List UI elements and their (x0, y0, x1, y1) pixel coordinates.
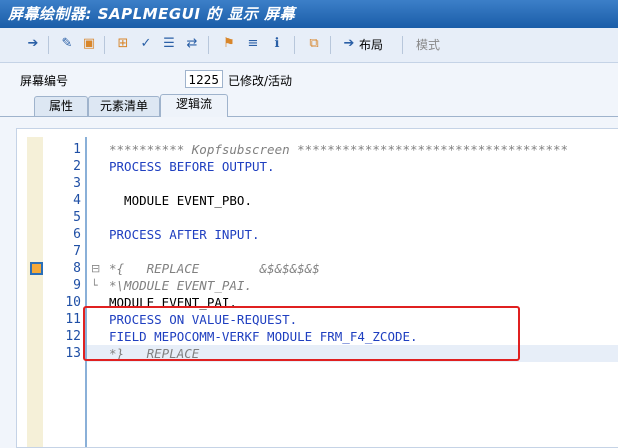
toolbar-separator (104, 36, 105, 54)
other-object-icon[interactable]: ✎ (58, 35, 76, 53)
screen-info-row: 屏幕编号 1225 已修改/活动 (0, 62, 618, 94)
hierarchy-icon[interactable]: ⚑ (220, 35, 238, 53)
line-number: 9 (73, 278, 81, 293)
code-line: ********** Kopfsubscreen ***************… (109, 142, 569, 157)
toolbar-separator (208, 36, 209, 54)
tab-attributes[interactable]: 属性 (34, 96, 88, 116)
active-inactive-icon[interactable]: ▣ (80, 35, 98, 53)
display-object-icon[interactable]: ⧉ (305, 35, 323, 53)
layout-arrow-icon: ➔ (343, 36, 355, 51)
line-number: 11 (65, 312, 81, 327)
application-toolbar: ➔ ✎ ▣ ⊞ ✓ ☰ ⇄ ⚑ ≡ ℹ ⧉ ➔ 布局 模式 (0, 28, 618, 63)
breakpoint-gutter[interactable] (27, 137, 44, 447)
screen-number-label: 屏幕编号 (20, 74, 69, 88)
line-number: 12 (65, 329, 81, 344)
highlight-annotation-box (83, 306, 520, 361)
toggle-display-change-icon[interactable]: ➔ (24, 35, 42, 53)
activate-icon[interactable]: ☰ (160, 35, 178, 53)
line-number: 6 (73, 227, 81, 242)
line-number: 2 (73, 159, 81, 174)
line-number-column: 1 2 3 4 5 6 7 8 9 10 11 12 13 (43, 137, 87, 447)
toolbar-separator (330, 36, 331, 54)
check-icon[interactable]: ✓ (137, 35, 155, 53)
line-number: 3 (73, 176, 81, 191)
screen-number-field[interactable]: 1225 (185, 70, 223, 88)
where-used-icon[interactable]: ⇄ (183, 35, 201, 53)
bookmark-marker-icon[interactable] (30, 262, 43, 275)
screen-status: 已修改/活动 (228, 74, 293, 88)
tab-flow-logic[interactable]: 逻辑流 (160, 94, 228, 117)
toolbar-separator (48, 36, 49, 54)
line-number: 5 (73, 210, 81, 225)
line-number: 4 (73, 193, 81, 208)
fold-marker-icon[interactable]: ⊟ (91, 260, 100, 277)
pretty-printer-icon[interactable]: ≡ (244, 35, 262, 53)
tab-strip: 属性 元素清单 逻辑流 (0, 94, 618, 117)
line-number: 1 (73, 142, 81, 157)
toolbar-separator (294, 36, 295, 54)
line-number: 7 (73, 244, 81, 259)
line-number: 13 (65, 346, 81, 361)
object-list-icon[interactable]: ⊞ (114, 35, 132, 53)
line-number: 8 (73, 261, 81, 276)
code-line: *\MODULE EVENT_PAI. (109, 278, 252, 293)
info-icon[interactable]: ℹ (268, 35, 286, 53)
layout-button[interactable]: 布局 (359, 36, 383, 54)
code-line: PROCESS AFTER INPUT. (109, 227, 260, 242)
mode-button[interactable]: 模式 (416, 36, 440, 54)
fold-branch-icon: └ (91, 279, 98, 292)
flow-logic-editor[interactable]: 1 2 3 4 5 6 7 8 9 10 11 12 13 **********… (16, 128, 618, 448)
window-title: 屏幕绘制器: SAPLMEGUI 的 显示 屏幕 (8, 5, 296, 23)
line-number: 10 (65, 295, 81, 310)
title-bar: 屏幕绘制器: SAPLMEGUI 的 显示 屏幕 (0, 0, 618, 28)
code-line: MODULE EVENT_PBO. (109, 193, 252, 208)
code-line: *{ REPLACE &$&$&$&$ (109, 261, 320, 276)
code-line: PROCESS BEFORE OUTPUT. (109, 159, 275, 174)
toolbar-separator (402, 36, 403, 54)
code-area[interactable]: ********** Kopfsubscreen ***************… (87, 137, 618, 447)
tab-element-list[interactable]: 元素清单 (88, 96, 160, 116)
